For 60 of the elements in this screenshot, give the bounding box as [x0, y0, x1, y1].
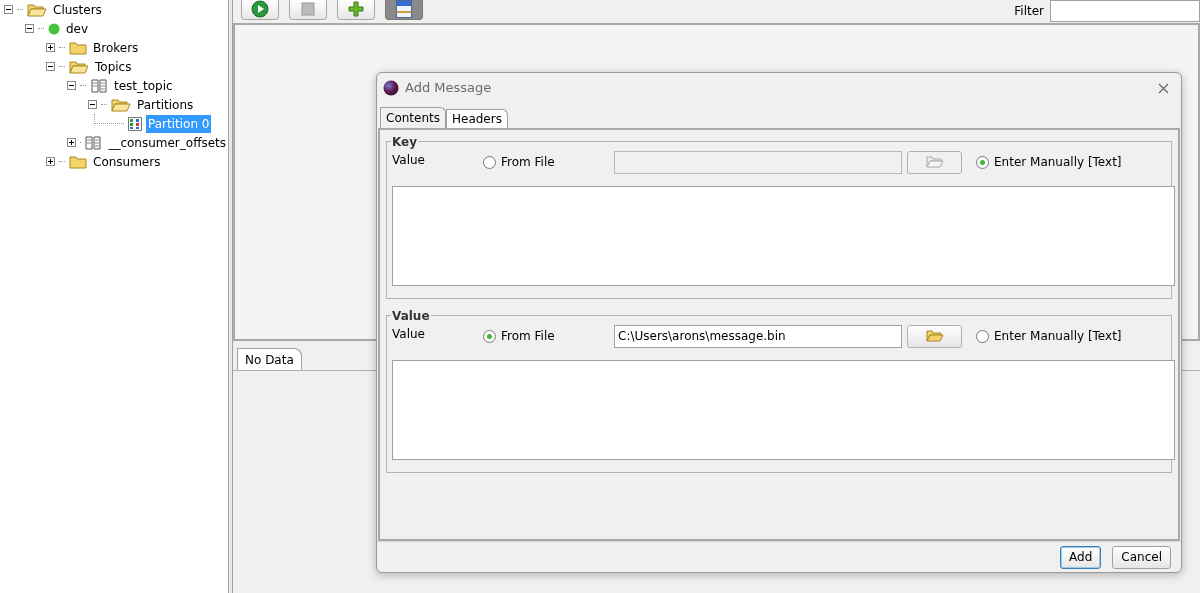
toolbar-button[interactable]	[241, 0, 279, 20]
dialog-button[interactable]: Cancel	[1112, 545, 1171, 569]
tree-item[interactable]: Clusters	[51, 0, 104, 19]
play-icon	[251, 0, 269, 18]
radio-button[interactable]	[483, 329, 496, 343]
tab[interactable]: Headers	[446, 109, 508, 128]
browse-button[interactable]	[907, 150, 962, 174]
radio-button[interactable]	[976, 155, 989, 169]
tab[interactable]: No Data	[237, 348, 302, 370]
tree-item[interactable]: dev	[64, 19, 91, 38]
collapse-toggle[interactable]	[25, 24, 34, 33]
open-folder-icon	[69, 59, 89, 74]
toolbar-button[interactable]	[385, 0, 423, 20]
field-label: Value	[392, 151, 426, 169]
open-folder-icon	[111, 97, 131, 112]
window-icon	[396, 0, 412, 18]
grid-icon	[128, 116, 142, 131]
collapse-toggle[interactable]	[4, 5, 13, 14]
open-folder-icon	[27, 2, 47, 17]
expand-toggle[interactable]	[67, 138, 76, 147]
book-icon	[90, 78, 108, 93]
collapse-toggle[interactable]	[67, 81, 76, 90]
field-label: Value	[392, 325, 426, 343]
file-path-field[interactable]: C:\Users\arons\message.bin	[614, 324, 902, 348]
radio-label: From File	[501, 154, 555, 171]
filter-label: Filter	[1014, 3, 1044, 20]
collapse-toggle[interactable]	[88, 100, 97, 109]
tab[interactable]: Contents	[380, 107, 446, 128]
book-icon	[84, 135, 103, 150]
tree-item[interactable]: Brokers	[91, 38, 141, 57]
filter-field[interactable]	[1050, 0, 1200, 22]
plus-icon	[348, 1, 364, 17]
radio-label: Enter Manually [Text]	[994, 154, 1122, 171]
radio-button[interactable]	[976, 329, 989, 343]
text-area[interactable]	[392, 360, 1175, 460]
radio-button[interactable]	[483, 155, 496, 169]
app-icon	[383, 80, 399, 96]
open-folder-icon	[925, 156, 944, 168]
file-path-field[interactable]	[614, 150, 902, 174]
status-dot-icon	[48, 22, 60, 35]
tree-item[interactable]: Topics	[93, 57, 134, 76]
tree-item[interactable]: test_topic	[112, 76, 175, 95]
tree-item[interactable]: Consumers	[91, 152, 163, 171]
dialog-button[interactable]: Add	[1060, 545, 1102, 569]
text-area[interactable]	[392, 186, 1175, 286]
expand-toggle[interactable]	[46, 157, 55, 166]
browse-button[interactable]	[907, 324, 962, 348]
folder-icon	[69, 154, 87, 169]
radio-label: From File	[501, 328, 555, 345]
radio-label: Enter Manually [Text]	[994, 328, 1122, 345]
expand-toggle[interactable]	[46, 43, 55, 52]
collapse-toggle[interactable]	[46, 62, 55, 71]
stop-icon	[301, 2, 315, 16]
toolbar-button[interactable]	[337, 0, 375, 20]
tree-item[interactable]: __consumer_offsets	[106, 133, 228, 152]
dialog-title: Add Message	[405, 79, 492, 98]
folder-icon	[69, 40, 87, 55]
open-folder-icon	[925, 330, 944, 342]
tree-item[interactable]: Partitions	[135, 95, 196, 114]
close-icon[interactable]	[1158, 82, 1169, 94]
